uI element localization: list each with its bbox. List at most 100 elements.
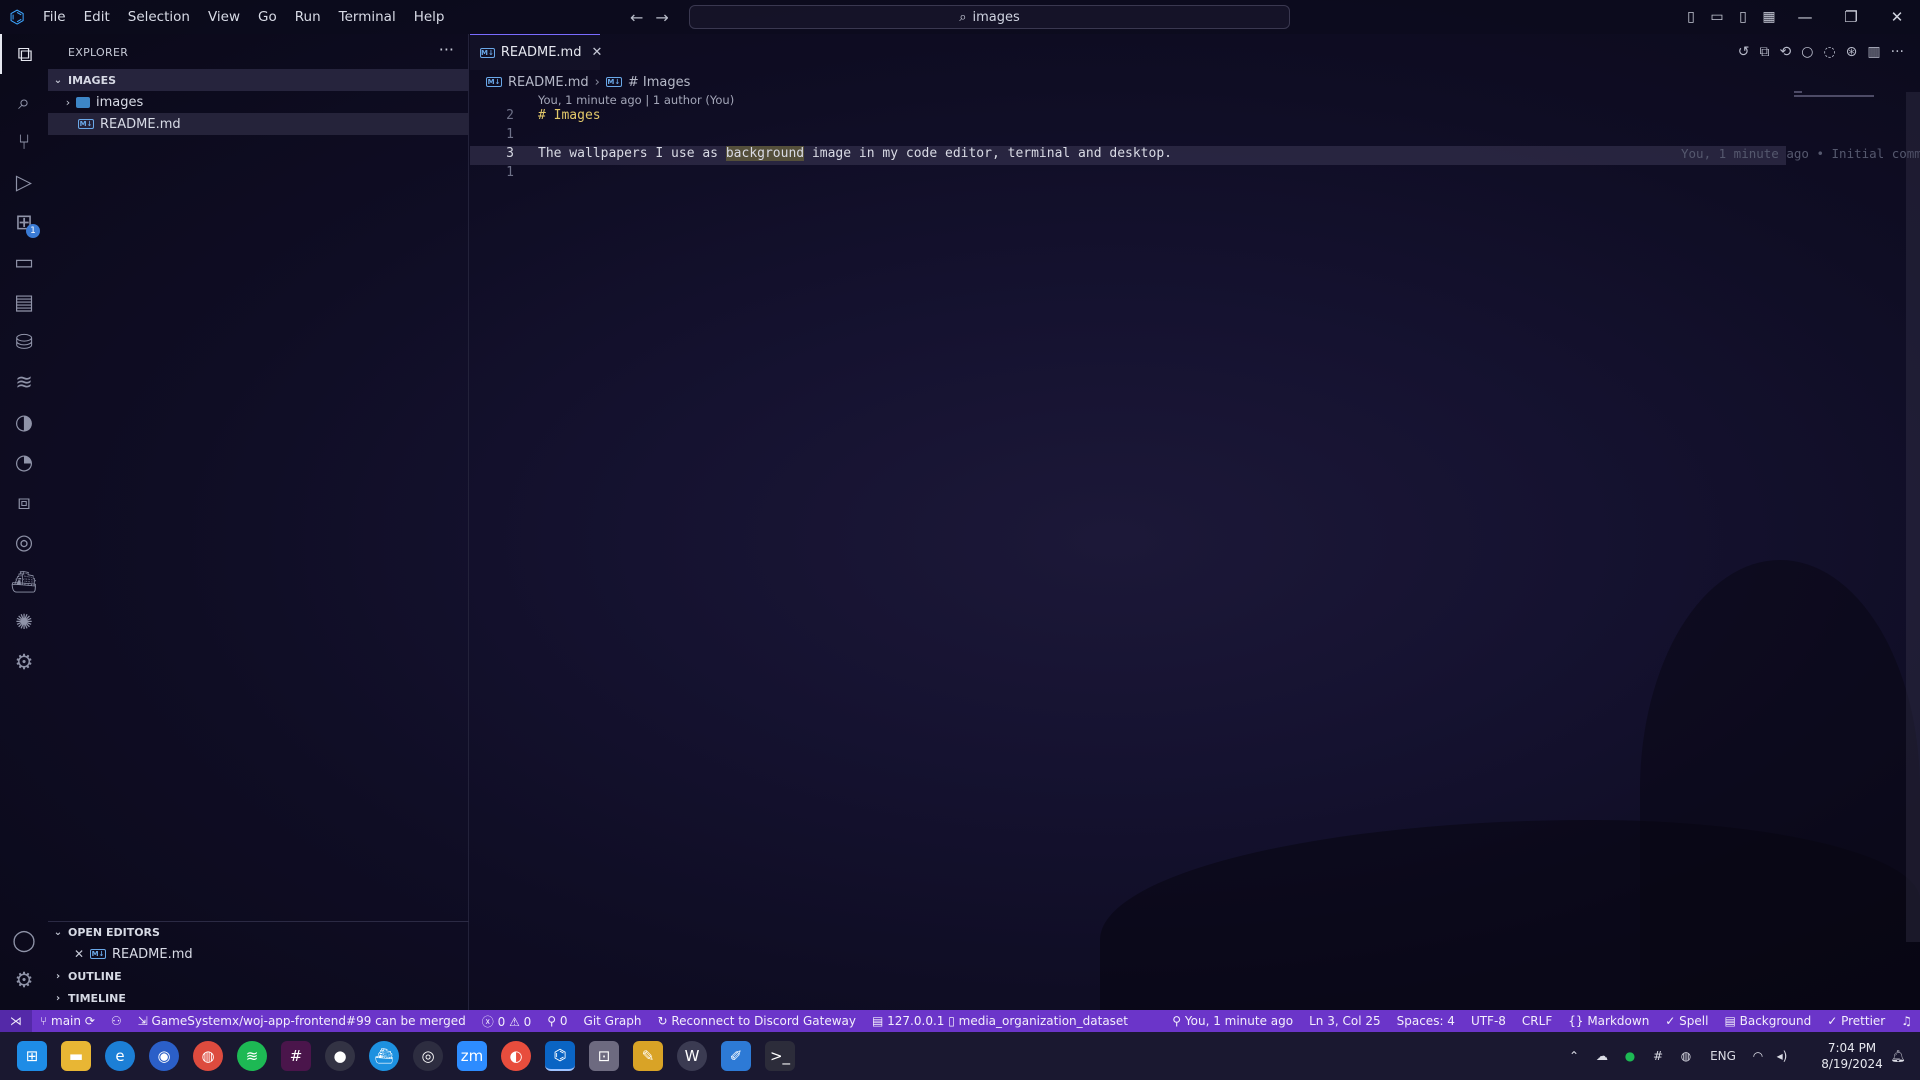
eol-status[interactable]: CRLF (1514, 1014, 1560, 1028)
lock-app-icon[interactable]: ⊡ (589, 1041, 619, 1071)
breadcrumb-symbol[interactable]: # Images (628, 75, 691, 90)
ports-status[interactable]: ⚲ 0 (539, 1014, 575, 1028)
pull-request-status[interactable]: ⇲ GameSystemx/woj-app-frontend#99 can be… (130, 1014, 474, 1028)
terminal-icon[interactable]: >_ (765, 1041, 795, 1071)
notification-center-icon[interactable]: 🔔︎ (1884, 1032, 1912, 1080)
outline-section[interactable]: › OUTLINE (48, 965, 469, 987)
close-tab-icon[interactable]: ✕ (591, 45, 602, 60)
problems-status[interactable]: ⓧ 0 ⚠ 0 (474, 1013, 540, 1030)
menu-go[interactable]: Go (249, 0, 286, 34)
prettier-status[interactable]: ✓ Prettier (1819, 1014, 1893, 1028)
git-graph-button[interactable]: Git Graph (576, 1014, 650, 1028)
kubernetes-icon[interactable]: ✺ (0, 602, 48, 642)
remote-settings-icon[interactable]: ⚙ (0, 642, 48, 682)
layers-icon[interactable]: ≋ (0, 362, 48, 402)
editor-scrollbar[interactable] (1906, 92, 1920, 942)
code-line[interactable]: 2 # Images (470, 108, 1786, 127)
blame-status[interactable]: ⚲ You, 1 minute ago (1164, 1014, 1301, 1028)
git-branches-icon[interactable]: ⧈ (0, 482, 48, 522)
cursor-position[interactable]: Ln 3, Col 25 (1301, 1014, 1389, 1028)
spotify-icon[interactable]: ≋ (237, 1041, 267, 1071)
obs-studio-icon[interactable]: ◎ (413, 1041, 443, 1071)
explorer-icon[interactable]: ⧉ (0, 34, 48, 74)
open-editors-section[interactable]: ⌄ OPEN EDITORS (48, 921, 469, 943)
customize-layout-icon[interactable]: ▦ (1756, 9, 1782, 25)
tray-chevron-up-icon[interactable]: ⌃ (1560, 1049, 1588, 1063)
close-icon[interactable]: ✕ (72, 947, 86, 961)
zoom-icon[interactable]: zm (457, 1041, 487, 1071)
chrome-icon[interactable]: ◍ (193, 1041, 223, 1071)
project-manager-icon[interactable]: ▤ (0, 282, 48, 322)
toggle-primary-sidebar-icon[interactable]: ▯ (1678, 9, 1704, 25)
run-debug-icon[interactable]: ▷ (0, 162, 48, 202)
previous-change-icon[interactable]: ⟲ (1780, 44, 1792, 60)
open-editor-readme[interactable]: ✕ M↓ README.md (48, 943, 469, 965)
wifi-icon[interactable]: ◠ (1746, 1049, 1770, 1063)
tray-edge-icon[interactable]: ◍ (1672, 1049, 1700, 1063)
menu-run[interactable]: Run (286, 0, 330, 34)
breadcrumb-file[interactable]: README.md (508, 75, 589, 90)
sticky-app-icon[interactable]: ✎ (633, 1041, 663, 1071)
menu-selection[interactable]: Selection (119, 0, 199, 34)
accounts-icon[interactable]: ◯ (0, 920, 48, 960)
toggle-secondary-sidebar-icon[interactable]: ▯ (1730, 9, 1756, 25)
github-icon[interactable]: ◎ (0, 522, 48, 562)
forward-arrow-icon[interactable]: → (655, 8, 668, 27)
back-arrow-icon[interactable]: ← (630, 8, 643, 27)
remote-indicator-icon[interactable]: ⋊ (0, 1010, 32, 1032)
database-connection-status[interactable]: ▤ 127.0.0.1 ▯ media_organization_dataset (864, 1014, 1136, 1028)
manage-gear-icon[interactable]: ⚙ (0, 960, 48, 1000)
toggle-panel-icon[interactable]: ▭ (1704, 9, 1730, 25)
close-window-icon[interactable]: ✕ (1874, 8, 1920, 26)
windows-start-icon[interactable]: ⊞ (17, 1041, 47, 1071)
next-change-icon[interactable]: ◌ (1823, 44, 1835, 60)
branch-status[interactable]: ⑂ main ⟳ (32, 1014, 103, 1028)
slack-icon[interactable]: # (281, 1041, 311, 1071)
taskbar-clock[interactable]: 7:04 PM 8/19/2024 (1812, 1040, 1892, 1072)
notifications-bell-icon[interactable]: ♫ (1893, 1014, 1920, 1028)
codelens-authors[interactable]: You, 1 minute ago | 1 author (You) (538, 93, 734, 107)
menu-terminal[interactable]: Terminal (330, 0, 405, 34)
tray-slack-icon[interactable]: # (1644, 1049, 1672, 1063)
database-icon[interactable]: ⛁ (0, 322, 48, 362)
source-control-icon[interactable]: ⑂ (0, 122, 48, 162)
language-mode[interactable]: {} Markdown (1560, 1014, 1657, 1028)
photos-icon[interactable]: ◐ (501, 1041, 531, 1071)
command-center-search[interactable]: ⌕ images (689, 5, 1290, 29)
folder-section-images[interactable]: ⌄ IMAGES (48, 69, 469, 91)
gitlens-icon[interactable]: ◔ (0, 442, 48, 482)
menu-edit[interactable]: Edit (75, 0, 119, 34)
paint-app-icon[interactable]: ✐ (721, 1041, 751, 1071)
search-view-icon[interactable]: ⌕ (0, 82, 48, 122)
git-commit-icon[interactable]: ○ (1801, 44, 1813, 60)
docker-icon[interactable]: ⛴ (0, 562, 48, 602)
code-line[interactable]: 1 (470, 165, 1786, 184)
remote-explorer-icon[interactable]: ▭ (0, 242, 48, 282)
git-graph-icon[interactable]: ◑ (0, 402, 48, 442)
indentation-status[interactable]: Spaces: 4 (1389, 1014, 1463, 1028)
tray-cloud-icon[interactable]: ☁ (1588, 1049, 1616, 1063)
wordpress-icon[interactable]: W (677, 1041, 707, 1071)
timeline-history-icon[interactable]: ↺ (1738, 44, 1750, 60)
menu-file[interactable]: File (34, 0, 75, 34)
encoding-status[interactable]: UTF-8 (1463, 1014, 1514, 1028)
gitlens-inspect-icon[interactable]: ⊛ (1846, 44, 1858, 60)
extensions-icon[interactable]: ⊞ 1 (0, 202, 48, 242)
tray-spotify-icon[interactable]: ● (1616, 1049, 1644, 1063)
restore-icon[interactable]: ❐ (1828, 8, 1874, 26)
language-indicator[interactable]: ENG (1700, 1049, 1746, 1063)
spell-status[interactable]: ✓ Spell (1657, 1014, 1716, 1028)
file-explorer-icon[interactable]: ▬ (61, 1041, 91, 1071)
live-share-icon[interactable]: ⚇ (103, 1014, 130, 1028)
docker-desktop-icon[interactable]: ⛴ (369, 1041, 399, 1071)
timeline-section[interactable]: › TIMELINE (48, 987, 469, 1009)
editor-more-icon[interactable]: ··· (1891, 44, 1904, 60)
split-editor-icon[interactable]: ▥ (1867, 44, 1880, 60)
edge-browser-icon[interactable]: e (105, 1041, 135, 1071)
firefox-icon[interactable]: ◉ (149, 1041, 179, 1071)
tab-readme[interactable]: M↓ README.md ✕ (470, 34, 602, 70)
vscode-taskbar-icon[interactable]: ⌬ (545, 1041, 575, 1071)
discord-status[interactable]: ↻ Reconnect to Discord Gateway (650, 1014, 865, 1028)
menu-view[interactable]: View (199, 0, 249, 34)
tree-item-readme[interactable]: M↓ README.md (48, 113, 469, 135)
